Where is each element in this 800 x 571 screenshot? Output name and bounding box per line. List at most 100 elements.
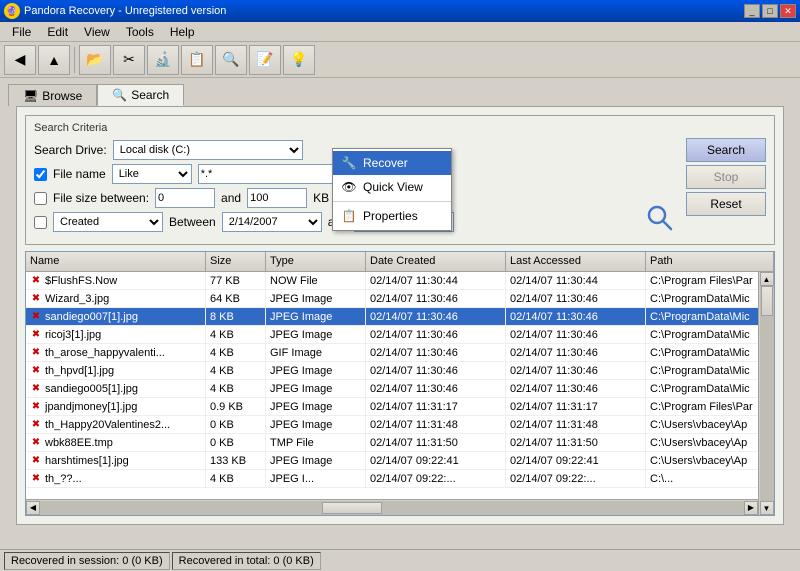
cell-accessed: 02/14/07 11:30:46 (506, 326, 646, 343)
cell-date: 02/14/07 09:22:41 (366, 452, 506, 469)
col-name[interactable]: Name (26, 252, 206, 271)
vertical-scrollbar[interactable]: ▲ ▼ (758, 272, 774, 515)
menu-view[interactable]: View (76, 23, 118, 41)
search-toolbar-button[interactable]: 🔍 (215, 45, 247, 75)
col-type[interactable]: Type (266, 252, 366, 271)
cell-name: ✖ $FlushFS.Now (26, 272, 206, 289)
scan-button[interactable]: 🔬 (147, 45, 179, 75)
and-label: and (221, 191, 241, 205)
scroll-thumb-h[interactable] (322, 502, 382, 514)
table-row[interactable]: ✖ sandiego007[1].jpg 8 KB JPEG Image 02/… (26, 308, 774, 326)
tab-browse[interactable]: 🖥 Browse (8, 84, 97, 106)
scroll-right-arrow[interactable]: ▶ (744, 501, 758, 515)
tab-search[interactable]: 🔍 Search (97, 84, 184, 106)
table-header: Name Size Type Date Created Last Accesse… (26, 252, 774, 272)
menu-help[interactable]: Help (162, 23, 203, 41)
cell-path: C:\ProgramData\Mic (646, 308, 774, 325)
col-accessed[interactable]: Last Accessed (506, 252, 646, 271)
table-row[interactable]: ✖ th_??... 4 KB JPEG I... 02/14/07 09:22… (26, 470, 774, 488)
minimize-button[interactable]: _ (744, 4, 760, 18)
reset-button[interactable]: Reset (686, 192, 766, 216)
scroll-down-arrow[interactable]: ▼ (760, 501, 774, 515)
table-row[interactable]: ✖ Wizard_3.jpg 64 KB JPEG Image 02/14/07… (26, 290, 774, 308)
cell-size: 4 KB (206, 344, 266, 361)
scroll-up-arrow[interactable]: ▲ (760, 272, 774, 286)
maximize-button[interactable]: □ (762, 4, 778, 18)
pattern-input[interactable] (198, 164, 348, 184)
delete-button[interactable]: ✂ (113, 45, 145, 75)
filename-checkbox[interactable] (34, 168, 47, 181)
table-row[interactable]: ✖ $FlushFS.Now 77 KB NOW File 02/14/07 1… (26, 272, 774, 290)
file-name: th_Happy20Valentines2... (45, 419, 170, 431)
file-name: ricoj3[1].jpg (45, 329, 101, 341)
col-path[interactable]: Path (646, 252, 774, 271)
condition-select[interactable]: Like Equals Contains (112, 164, 192, 184)
menu-file[interactable]: File (4, 23, 39, 41)
file-name: sandiego007[1].jpg (45, 311, 138, 323)
date-checkbox[interactable] (34, 216, 47, 229)
cell-date: 02/14/07 11:30:46 (366, 308, 506, 325)
file-icon: ✖ (30, 455, 42, 467)
tabbar: 🖥 Browse 🔍 Search (0, 78, 800, 106)
date-type-select[interactable]: Created Modified Accessed (53, 212, 163, 232)
file-name: harshtimes[1].jpg (45, 455, 129, 467)
cell-size: 4 KB (206, 380, 266, 397)
menu-tools[interactable]: Tools (118, 23, 162, 41)
table-row[interactable]: ✖ th_Happy20Valentines2... 0 KB JPEG Ima… (26, 416, 774, 434)
cell-type: JPEG Image (266, 380, 366, 397)
cell-name: ✖ sandiego005[1].jpg (26, 380, 206, 397)
ctx-quickview[interactable]: 👁 Quick View (333, 175, 451, 199)
table-row[interactable]: ✖ wbk88EE.tmp 0 KB TMP File 02/14/07 11:… (26, 434, 774, 452)
ctx-separator (333, 201, 451, 202)
table-row[interactable]: ✖ harshtimes[1].jpg 133 KB JPEG Image 02… (26, 452, 774, 470)
file-icon: ✖ (30, 311, 42, 323)
up-button[interactable]: ▲ (38, 45, 70, 75)
cell-date: 02/14/07 11:31:48 (366, 416, 506, 433)
search-button[interactable]: Search (686, 138, 766, 162)
menu-edit[interactable]: Edit (39, 23, 76, 41)
statusbar: Recovered in session: 0 (0 KB) Recovered… (0, 549, 800, 571)
cell-path: C:\Users\vbacey\Ap (646, 452, 774, 469)
back-button[interactable]: ◀ (4, 45, 36, 75)
cell-type: JPEG Image (266, 326, 366, 343)
cell-date: 02/14/07 11:31:50 (366, 434, 506, 451)
table-row[interactable]: ✖ th_hpvd[1].jpg 4 KB JPEG Image 02/14/0… (26, 362, 774, 380)
cell-name: ✖ th_hpvd[1].jpg (26, 362, 206, 379)
close-button[interactable]: ✕ (780, 4, 796, 18)
scroll-track-h[interactable] (40, 501, 744, 515)
table-row[interactable]: ✖ th_arose_happyvalenti... 4 KB GIF Imag… (26, 344, 774, 362)
cell-size: 4 KB (206, 470, 266, 487)
table-row[interactable]: ✖ sandiego005[1].jpg 4 KB JPEG Image 02/… (26, 380, 774, 398)
horizontal-scrollbar[interactable]: ◀ ▶ (26, 499, 758, 515)
cell-accessed: 02/14/07 11:30:46 (506, 308, 646, 325)
results-table: Name Size Type Date Created Last Accesse… (25, 251, 775, 516)
scroll-thumb-v[interactable] (761, 286, 773, 316)
date-from-select[interactable]: 2/14/2007 (222, 212, 322, 232)
cell-path: C:\ProgramData\Mic (646, 380, 774, 397)
table-row[interactable]: ✖ ricoj3[1].jpg 4 KB JPEG Image 02/14/07… (26, 326, 774, 344)
stop-button[interactable]: Stop (686, 165, 766, 189)
scroll-track-v[interactable] (760, 286, 774, 501)
cell-name: ✖ harshtimes[1].jpg (26, 452, 206, 469)
kb-label: KB (313, 191, 329, 205)
ctx-recover[interactable]: 🔧 Recover (333, 151, 451, 175)
cell-accessed: 02/14/07 11:31:48 (506, 416, 646, 433)
table-row[interactable]: ✖ jpandjmoney[1].jpg 0.9 KB JPEG Image 0… (26, 398, 774, 416)
col-size[interactable]: Size (206, 252, 266, 271)
drive-select[interactable]: Local disk (C:) Local disk (D:) All driv… (113, 140, 303, 160)
filesize-checkbox[interactable] (34, 192, 47, 205)
note-button[interactable]: 📝 (249, 45, 281, 75)
browse-button[interactable]: 📋 (181, 45, 213, 75)
size-from-input[interactable] (155, 188, 215, 208)
criteria-title: Search Criteria (34, 122, 766, 134)
star-button[interactable]: 💡 (283, 45, 315, 75)
col-date[interactable]: Date Created (366, 252, 506, 271)
size-to-input[interactable] (247, 188, 307, 208)
open-button[interactable]: 📂 (79, 45, 111, 75)
cell-accessed: 02/14/07 11:31:17 (506, 398, 646, 415)
ctx-properties[interactable]: 📋 Properties (333, 204, 451, 228)
cell-type: JPEG I... (266, 470, 366, 487)
magnifier-icon (646, 204, 674, 238)
scroll-left-arrow[interactable]: ◀ (26, 501, 40, 515)
cell-type: NOW File (266, 272, 366, 289)
